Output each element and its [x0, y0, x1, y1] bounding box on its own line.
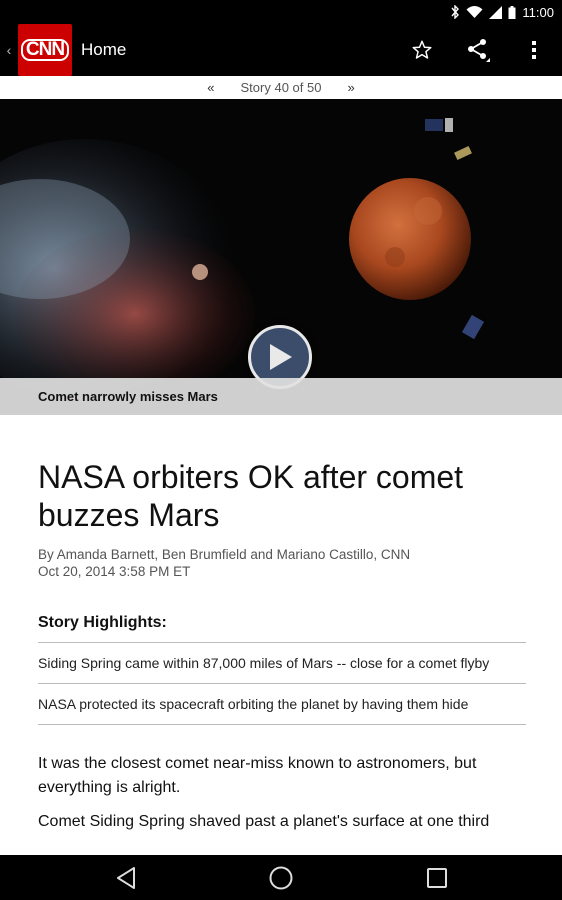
- recents-icon: [426, 867, 447, 888]
- home-icon: [269, 866, 293, 889]
- article-headline: NASA orbiters OK after comet buzzes Mars: [38, 459, 464, 533]
- recents-button[interactable]: [407, 855, 467, 900]
- system-nav-bar: [0, 855, 562, 900]
- story-pager: « Story 40 of 50 »: [0, 76, 562, 99]
- overflow-menu-icon: [532, 41, 536, 59]
- up-icon[interactable]: ‹: [0, 42, 18, 58]
- article-paragraph: It was the closest comet near-miss known…: [38, 755, 477, 796]
- article-paragraph: Comet Siding Spring shaved past a planet…: [38, 813, 490, 830]
- highlight-item: NASA protected its spacecraft orbiting t…: [38, 684, 526, 725]
- highlight-item: Siding Spring came within 87,000 miles o…: [38, 643, 526, 684]
- status-bar: 11:00: [0, 0, 562, 24]
- article-date: Oct 20, 2014 3:58 PM ET: [38, 564, 191, 579]
- back-button[interactable]: [96, 855, 156, 900]
- video-caption: Comet narrowly misses Mars: [0, 378, 562, 415]
- logo-text: CNN: [20, 39, 70, 61]
- play-icon: [270, 344, 292, 370]
- previous-story-button[interactable]: «: [207, 80, 214, 95]
- story-highlights-title: Story Highlights:: [38, 614, 526, 643]
- star-icon: [412, 40, 432, 59]
- battery-icon: [508, 5, 516, 19]
- status-time: 11:00: [522, 4, 554, 20]
- article-byline: By Amanda Barnett, Ben Brumfield and Mar…: [38, 547, 411, 562]
- app-actions: [394, 24, 562, 76]
- overflow-menu-button[interactable]: [506, 24, 562, 76]
- bluetooth-icon: [450, 5, 460, 19]
- share-icon: [468, 39, 490, 62]
- app-bar: ‹ CNN Home: [0, 24, 562, 76]
- back-icon: [116, 866, 135, 889]
- next-story-button[interactable]: »: [347, 80, 354, 95]
- article: NASA orbiters OK after comet buzzes Mars…: [38, 458, 526, 834]
- story-counter: Story 40 of 50: [240, 80, 322, 95]
- app-title[interactable]: Home: [81, 40, 126, 60]
- favorite-button[interactable]: [394, 24, 450, 76]
- share-button[interactable]: [450, 24, 506, 76]
- signal-icon: [489, 5, 503, 19]
- video-player[interactable]: [0, 99, 562, 415]
- cnn-logo[interactable]: CNN: [18, 24, 72, 76]
- wifi-icon: [466, 5, 483, 19]
- home-button[interactable]: [251, 855, 311, 900]
